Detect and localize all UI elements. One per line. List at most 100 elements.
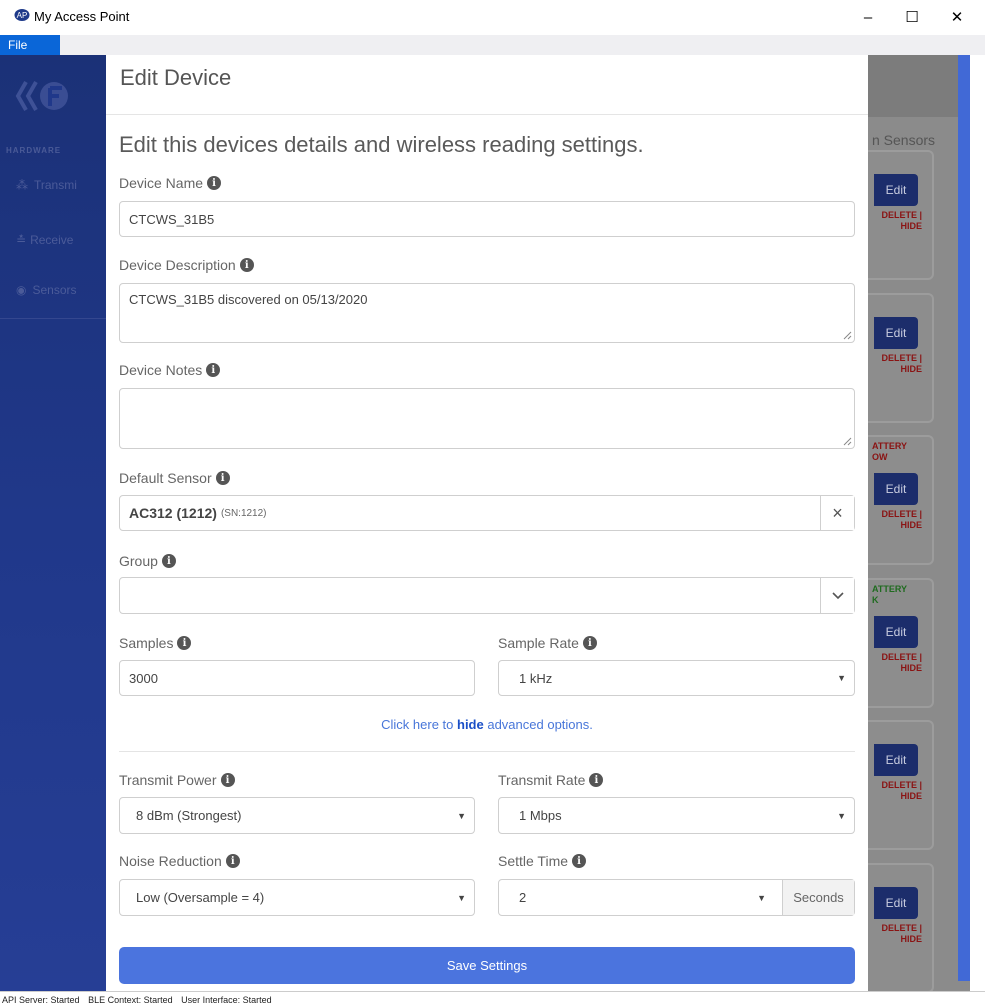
hide-link[interactable]: HIDE bbox=[881, 221, 922, 232]
delete-link[interactable]: DELETE | bbox=[881, 780, 922, 791]
clear-sensor-button[interactable]: × bbox=[820, 496, 854, 530]
info-icon[interactable]: i bbox=[572, 854, 587, 868]
status-api-server: API Server: Started bbox=[2, 995, 80, 1005]
settle-time-group: 2 ▼ Seconds bbox=[498, 879, 855, 916]
sidebar-divider bbox=[0, 318, 106, 319]
transmit-power-value: 8 dBm (Strongest) bbox=[136, 808, 242, 823]
settle-time-label: Settle Time i bbox=[498, 851, 587, 871]
transmit-rate-select[interactable]: 1 Mbps ▼ bbox=[498, 797, 855, 834]
delete-hide-links[interactable]: DELETE | HIDE bbox=[881, 353, 922, 375]
edit-device-button[interactable]: Edit bbox=[874, 174, 918, 206]
sidebar-section-label: HARDWARE bbox=[6, 146, 62, 155]
save-settings-button[interactable]: Save Settings bbox=[119, 947, 855, 984]
default-sensor-label: Default Sensor i bbox=[119, 468, 230, 488]
samples-input[interactable]: 3000 bbox=[119, 660, 475, 696]
resize-handle-icon[interactable] bbox=[843, 437, 852, 446]
edit-device-button[interactable]: Edit bbox=[874, 473, 918, 505]
hide-link[interactable]: HIDE bbox=[881, 934, 922, 945]
edit-device-button[interactable]: Edit bbox=[874, 317, 918, 349]
transmit-power-select[interactable]: 8 dBm (Strongest) ▼ bbox=[119, 797, 475, 834]
section-divider bbox=[119, 751, 855, 752]
info-icon[interactable]: i bbox=[239, 258, 254, 272]
sample-rate-label: Sample Rate i bbox=[498, 633, 597, 653]
toggle-advanced-link[interactable]: Click here to hide advanced options. bbox=[106, 717, 868, 732]
link-bold: hide bbox=[457, 717, 484, 732]
sample-rate-value: 1 kHz bbox=[519, 670, 553, 686]
edit-device-button[interactable]: Edit bbox=[874, 887, 918, 919]
label-text: Group bbox=[119, 553, 158, 569]
label-text: Noise Reduction bbox=[119, 853, 222, 869]
modal-title: Edit Device bbox=[120, 65, 232, 90]
device-notes-textarea[interactable] bbox=[119, 388, 855, 449]
group-dropdown-button[interactable] bbox=[820, 578, 854, 613]
info-icon[interactable]: i bbox=[589, 773, 604, 787]
settle-time-value[interactable]: 2 bbox=[519, 890, 526, 905]
samples-value: 3000 bbox=[129, 670, 158, 686]
delete-link[interactable]: DELETE | bbox=[881, 353, 922, 364]
delete-link[interactable]: DELETE | bbox=[881, 210, 922, 221]
resize-handle-icon[interactable] bbox=[843, 331, 852, 340]
close-button[interactable]: ✕ bbox=[945, 6, 969, 28]
info-icon[interactable]: i bbox=[225, 854, 240, 868]
sidebar-background bbox=[0, 55, 106, 991]
label-text: Sample Rate bbox=[498, 635, 579, 651]
device-list-header-band bbox=[868, 55, 970, 117]
default-sensor-select[interactable]: AC312 (1212) (SN:1212) × bbox=[119, 495, 855, 531]
sidebar-item-transmitters[interactable]: ⁂ Transmi bbox=[16, 178, 77, 192]
label-text: Device Notes bbox=[119, 362, 203, 378]
status-user-interface: User Interface: Started bbox=[181, 995, 272, 1005]
device-card: Edit DELETE | HIDE bbox=[868, 150, 934, 280]
hide-link[interactable]: HIDE bbox=[881, 364, 922, 375]
edit-device-modal: Edit Device Edit this devices details an… bbox=[106, 55, 868, 991]
info-icon[interactable]: i bbox=[215, 471, 230, 485]
device-list-heading: n Sensors bbox=[872, 132, 936, 148]
delete-hide-links[interactable]: DELETE | HIDE bbox=[881, 923, 922, 945]
sidebar-item-receivers[interactable]: ≛ Receive bbox=[16, 233, 73, 247]
brand-logo-icon bbox=[15, 81, 68, 111]
sample-rate-select[interactable]: 1 kHz ▼ bbox=[498, 660, 855, 696]
device-description-textarea[interactable]: CTCWS_31B5 discovered on 05/13/2020 bbox=[119, 283, 855, 343]
info-icon[interactable]: i bbox=[206, 363, 221, 377]
info-icon[interactable]: i bbox=[177, 636, 192, 650]
hide-link[interactable]: HIDE bbox=[881, 520, 922, 531]
delete-hide-links[interactable]: DELETE | HIDE bbox=[881, 509, 922, 531]
delete-hide-links[interactable]: DELETE | HIDE bbox=[881, 210, 922, 232]
blue-edge bbox=[958, 55, 970, 981]
link-prefix: Click here to bbox=[381, 717, 457, 732]
delete-link[interactable]: DELETE | bbox=[881, 652, 922, 663]
sidebar-item-sensors[interactable]: ◉ Sensors bbox=[16, 283, 77, 297]
info-icon[interactable]: i bbox=[161, 554, 176, 568]
sidebar-item-label: Sensors bbox=[32, 283, 77, 297]
device-notes-label: Device Notes i bbox=[119, 360, 221, 380]
info-icon[interactable]: i bbox=[582, 636, 597, 650]
caret-down-icon[interactable]: ▼ bbox=[757, 893, 766, 903]
noise-reduction-label: Noise Reduction i bbox=[119, 851, 240, 871]
hide-link[interactable]: HIDE bbox=[881, 663, 922, 674]
edit-device-button[interactable]: Edit bbox=[874, 616, 918, 648]
delete-hide-links[interactable]: DELETE | HIDE bbox=[881, 652, 922, 674]
delete-link[interactable]: DELETE | bbox=[881, 509, 922, 520]
window-title: My Access Point bbox=[34, 9, 130, 24]
default-sensor-serial: (SN:1212) bbox=[220, 507, 267, 519]
window-edge bbox=[970, 55, 985, 991]
menu-file[interactable]: File bbox=[0, 35, 60, 55]
label-text: Device Description bbox=[119, 257, 236, 273]
delete-link[interactable]: DELETE | bbox=[881, 923, 922, 934]
chevron-down-icon bbox=[831, 591, 844, 599]
status-bar: API Server: Started BLE Context: Started… bbox=[0, 991, 985, 1006]
delete-hide-links[interactable]: DELETE | HIDE bbox=[881, 780, 922, 802]
minimize-button[interactable]: – bbox=[856, 6, 880, 28]
info-icon[interactable]: i bbox=[220, 773, 235, 787]
label-text: Settle Time bbox=[498, 853, 569, 869]
device-card: ATTERY K Edit DELETE | HIDE bbox=[868, 578, 934, 708]
device-card: Edit DELETE | HIDE bbox=[868, 863, 934, 993]
sidebar-item-label: Receive bbox=[30, 233, 74, 247]
maximize-button[interactable]: ☐ bbox=[900, 6, 924, 28]
hide-link[interactable]: HIDE bbox=[881, 791, 922, 802]
group-select[interactable] bbox=[119, 577, 855, 614]
device-name-input[interactable]: CTCWS_31B5 bbox=[119, 201, 855, 237]
edit-device-button[interactable]: Edit bbox=[874, 744, 918, 776]
info-icon[interactable]: i bbox=[207, 176, 222, 190]
noise-reduction-select[interactable]: Low (Oversample = 4) ▼ bbox=[119, 879, 475, 916]
device-name-value: CTCWS_31B5 bbox=[129, 211, 215, 227]
